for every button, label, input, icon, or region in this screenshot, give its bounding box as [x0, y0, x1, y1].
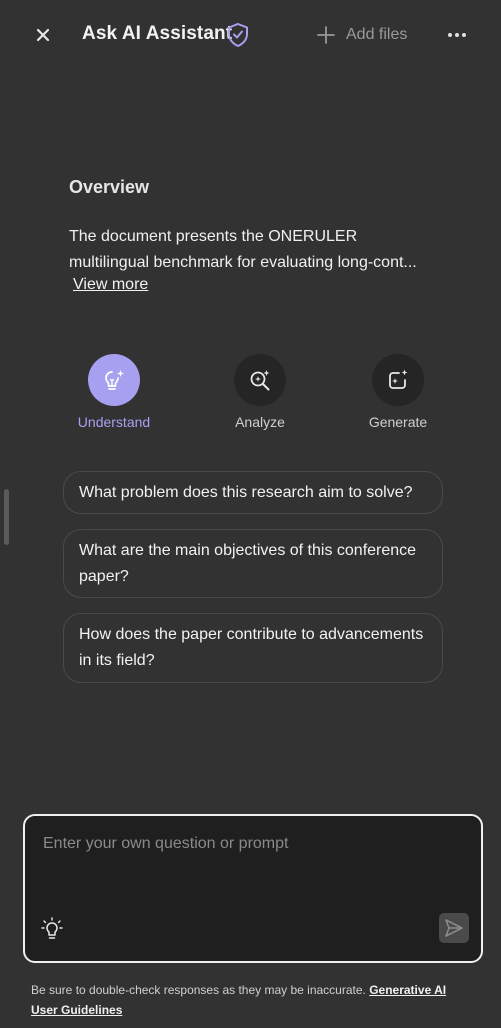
suggested-question-text: What are the main objectives of this con… — [79, 541, 417, 585]
disclaimer-text: Be sure to double-check responses as the… — [31, 983, 366, 997]
action-generate[interactable]: Generate — [343, 354, 453, 430]
suggested-question-1[interactable]: What problem does this research aim to s… — [63, 471, 443, 514]
overview-title: Overview — [69, 177, 150, 197]
more-horizontal-icon — [448, 33, 466, 37]
panel-header: Ask AI Assistant Add files — [0, 0, 501, 70]
suggested-question-text: How does the paper contribute to advance… — [79, 626, 424, 669]
prompt-box — [23, 814, 483, 963]
close-icon — [36, 28, 50, 42]
suggested-question-2[interactable]: What are the main objectives of this con… — [63, 529, 443, 598]
more-options-button[interactable] — [440, 22, 474, 48]
prompt-input[interactable] — [41, 834, 465, 854]
generate-circle — [372, 354, 424, 406]
action-analyze[interactable]: Analyze — [205, 354, 315, 430]
action-generate-label: Generate — [368, 414, 428, 430]
panel-title: Ask AI Assistant — [82, 23, 233, 44]
lightbulb-sparkle-icon — [105, 370, 124, 390]
add-files-label: Add files — [346, 26, 408, 43]
send-button[interactable] — [439, 913, 469, 943]
send-icon — [445, 919, 463, 937]
overview-summary: The document presents the ONERULER multi… — [69, 228, 417, 271]
action-analyze-label: Analyze — [235, 414, 285, 430]
add-files-button[interactable]: Add files — [316, 22, 407, 48]
action-understand-label: Understand — [77, 414, 151, 430]
disclaimer: Be sure to double-check responses as the… — [31, 980, 476, 1020]
view-more-link[interactable]: View more — [73, 276, 148, 294]
understand-circle — [88, 354, 140, 406]
lightbulb-icon — [41, 917, 63, 939]
suggested-question-3[interactable]: How does the paper contribute to advance… — [63, 613, 443, 683]
prompt-suggestions-button[interactable] — [39, 916, 65, 942]
action-understand[interactable]: Understand — [59, 354, 169, 430]
plus-icon — [317, 26, 335, 44]
close-button[interactable] — [30, 22, 56, 48]
frame-sparkle-icon — [389, 369, 408, 389]
analyze-circle — [234, 354, 286, 406]
scroll-handle[interactable] — [4, 489, 9, 545]
shield-check-icon — [228, 22, 248, 48]
magnifier-sparkle-icon — [250, 370, 270, 391]
suggested-question-text: What problem does this research aim to s… — [79, 483, 413, 501]
